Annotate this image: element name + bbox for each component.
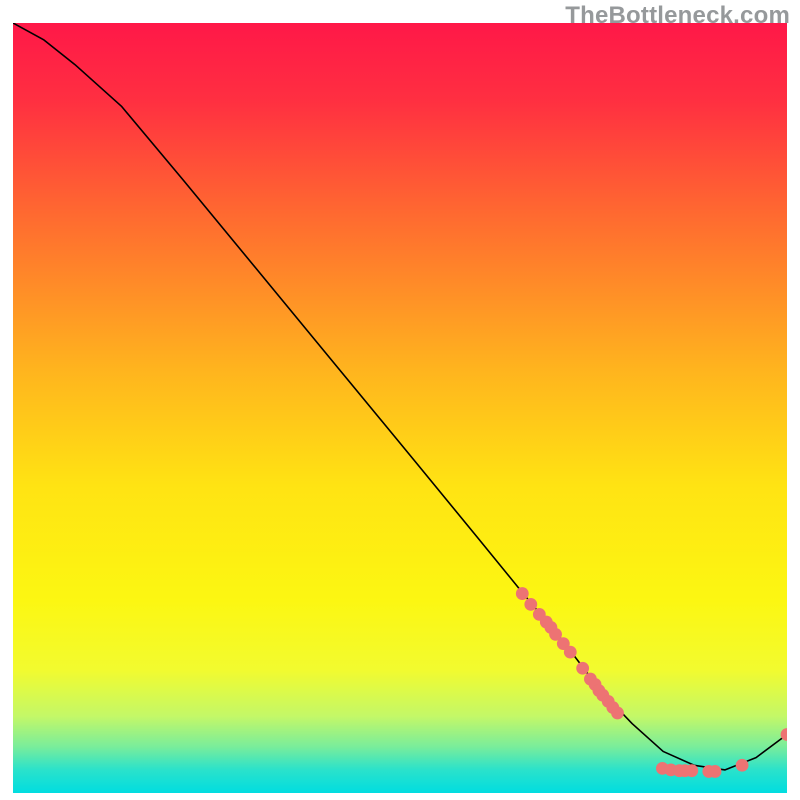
chart-container: TheBottleneck.com xyxy=(0,0,800,800)
chart-background xyxy=(13,23,787,793)
data-point xyxy=(564,646,577,659)
data-point xyxy=(524,598,537,611)
data-point xyxy=(685,764,698,777)
data-point xyxy=(576,662,589,675)
data-point xyxy=(516,587,529,600)
data-point xyxy=(611,707,624,720)
bottleneck-chart xyxy=(13,23,787,793)
data-point xyxy=(709,765,722,778)
data-point xyxy=(736,759,749,772)
